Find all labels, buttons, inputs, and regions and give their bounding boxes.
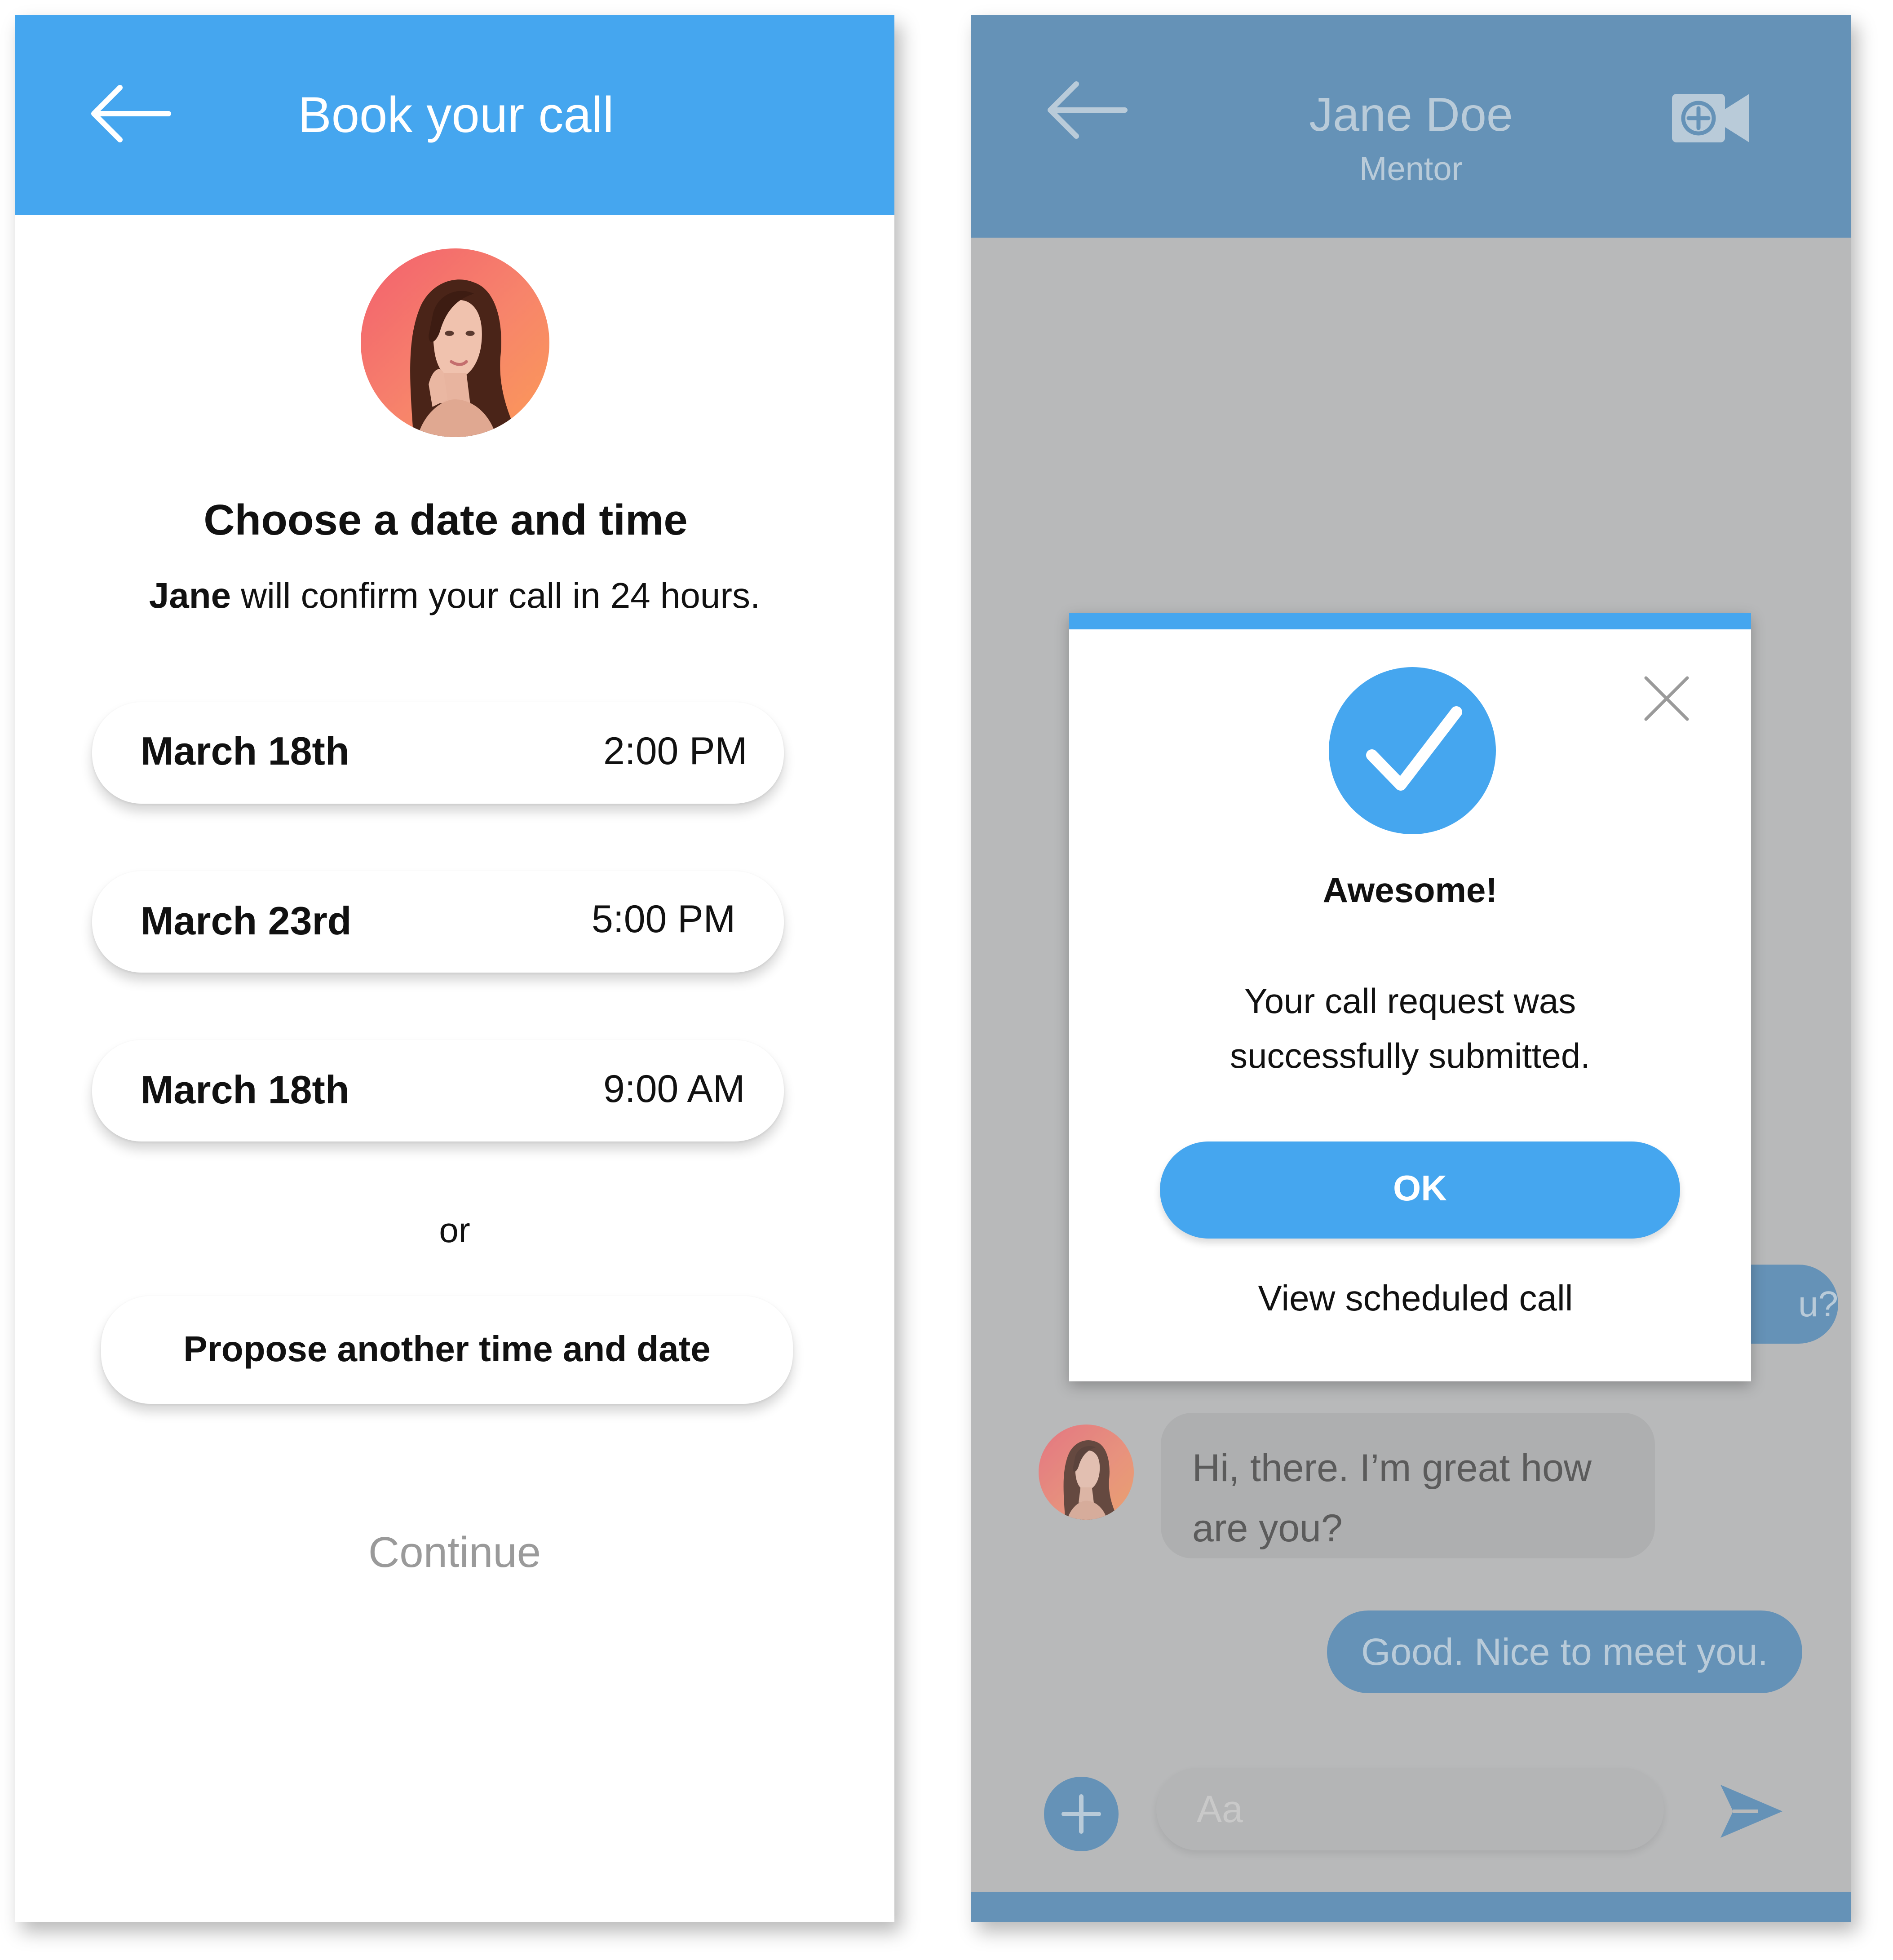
book-call-screen: Book your call Choose a date and time Ja… <box>15 15 894 1922</box>
slot-date: March 18th <box>141 1067 349 1112</box>
slot-date: March 18th <box>141 729 349 773</box>
bottom-bar <box>971 1892 1851 1922</box>
propose-time-button[interactable]: Propose another time and date <box>101 1296 793 1404</box>
confirmation-note: Jane will confirm your call in 24 hours. <box>15 571 894 620</box>
message-input[interactable]: Aa <box>1156 1768 1664 1850</box>
send-icon[interactable] <box>1718 1782 1785 1841</box>
dialog-accent-bar <box>1069 613 1751 629</box>
outgoing-message: Good. Nice to meet you. <box>1327 1610 1802 1693</box>
slot-time: 2:00 PM <box>603 730 747 773</box>
time-slot-option[interactable]: March 18th 2:00 PM <box>92 702 784 804</box>
dialog-title: Awesome! <box>1322 870 1498 910</box>
time-slot-option[interactable]: March 23rd 5:00 PM <box>92 871 784 973</box>
dialog-message-line-2: successfully submitted. <box>1230 1036 1590 1075</box>
confirmation-text: will confirm your call in 24 hours. <box>231 575 761 615</box>
incoming-message: Hi, there. I’m great how are you? <box>1161 1413 1655 1558</box>
propose-time-label: Propose another time and date <box>183 1329 711 1369</box>
message-input-placeholder: Aa <box>1197 1788 1243 1830</box>
success-dialog: Awesome! Your call request was successfu… <box>1069 613 1751 1381</box>
profile-photo <box>1063 1440 1119 1520</box>
time-slot-option[interactable]: March 18th 9:00 AM <box>92 1040 784 1141</box>
app-bar: Book your call <box>15 15 894 215</box>
arrow-left-icon[interactable] <box>88 82 173 145</box>
view-scheduled-call-link[interactable]: View scheduled call <box>1069 1274 1751 1323</box>
add-attachment-button[interactable] <box>1044 1777 1119 1851</box>
ok-button[interactable]: OK <box>1160 1141 1680 1239</box>
continue-button[interactable]: Continue <box>15 1523 894 1582</box>
profile-photo <box>410 279 519 437</box>
mentor-name: Jane <box>149 575 231 615</box>
avatar <box>361 248 549 437</box>
check-circle-icon <box>1329 667 1496 834</box>
section-heading: Choose a date and time <box>203 496 688 544</box>
chat-screen: Jane Doe Mentor u? Hi, there. I’m great … <box>971 15 1851 1922</box>
page-title: Book your call <box>298 87 614 143</box>
or-separator: or <box>439 1210 470 1250</box>
dialog-message-line-1: Your call request was <box>1244 981 1576 1021</box>
plus-circle-icon <box>1061 1794 1101 1834</box>
avatar <box>1039 1425 1134 1520</box>
close-icon[interactable] <box>1640 672 1694 726</box>
slot-date: March 23rd <box>141 898 352 943</box>
slot-time: 9:00 AM <box>603 1067 745 1111</box>
ok-button-label: OK <box>1393 1168 1447 1208</box>
slot-time: 5:00 PM <box>592 898 736 941</box>
